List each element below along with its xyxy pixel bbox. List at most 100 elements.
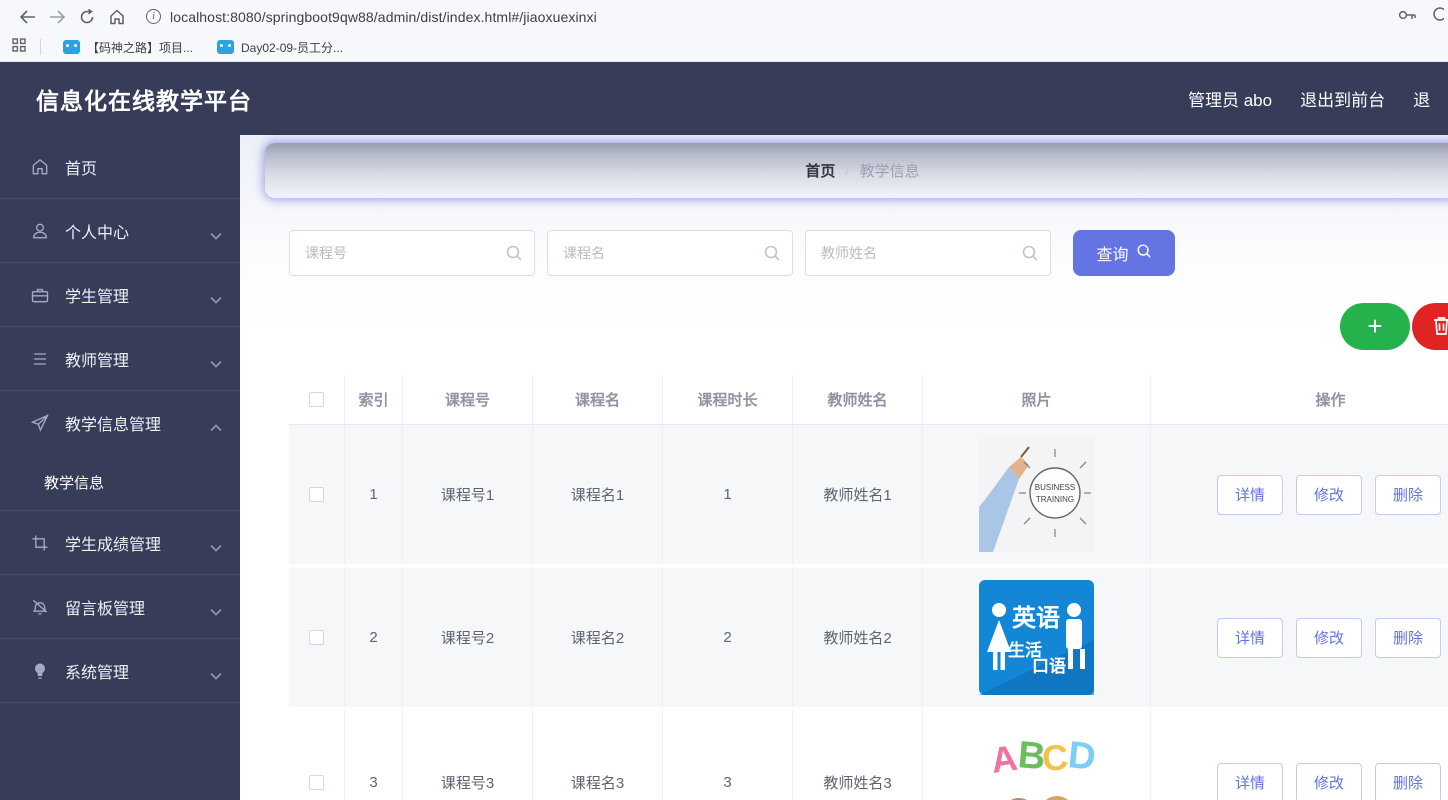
admin-user-label[interactable]: 管理员 abo [1188, 86, 1272, 111]
sidebar-item-student-score-management[interactable]: 学生成绩管理 [0, 511, 240, 575]
svg-text:D: D [1066, 734, 1094, 779]
bookmark-item[interactable]: 【码神之路】项目... [55, 37, 201, 58]
bell-off-icon [30, 597, 50, 617]
chevron-down-icon [210, 227, 222, 235]
cell-photo: BUSINESS TRAINING [923, 425, 1151, 564]
detail-button[interactable]: 详情 [1217, 763, 1283, 800]
profile-icon[interactable] [1430, 7, 1444, 26]
sidebar-subitem-teaching-info[interactable]: 教学信息 [0, 455, 240, 511]
column-header-duration: 课程时长 [663, 375, 793, 424]
cell-course-name: 课程名1 [533, 425, 663, 564]
password-key-icon[interactable] [1398, 8, 1418, 26]
cell-course-name: 课程名2 [533, 568, 663, 707]
course-photo-abcd-kids[interactable]: A B C D [979, 725, 1094, 800]
cell-actions: 详情 修改 删除 [1151, 568, 1448, 707]
search-field-course-name [547, 230, 793, 276]
row-checkbox[interactable] [309, 630, 324, 645]
cell-photo: A B C D [923, 711, 1151, 800]
bookmarks-bar: 【码神之路】项目... Day02-09-员工分... [0, 33, 1448, 61]
column-header-actions: 操作 [1151, 375, 1448, 424]
cell-actions: 详情 修改 删除 [1151, 425, 1448, 564]
add-button[interactable]: + [1340, 303, 1410, 350]
sidebar-subitem-label: 教学信息 [44, 472, 104, 493]
select-all-checkbox[interactable] [309, 392, 324, 407]
chrome-right-icons [1398, 7, 1444, 26]
cell-index: 1 [345, 425, 403, 564]
home-icon [30, 157, 50, 177]
detail-button[interactable]: 详情 [1217, 618, 1283, 658]
delete-button[interactable]: 删除 [1375, 618, 1441, 658]
delete-button[interactable]: 删除 [1375, 763, 1441, 800]
cell-index: 2 [345, 568, 403, 707]
bookmark-label: Day02-09-员工分... [241, 39, 343, 56]
course-photo-business-training[interactable]: BUSINESS TRAINING [979, 437, 1094, 552]
cell-actions: 详情 修改 删除 [1151, 711, 1448, 800]
course-name-input[interactable] [547, 230, 793, 276]
detail-button[interactable]: 详情 [1217, 475, 1283, 515]
sidebar-item-label: 学生成绩管理 [65, 531, 161, 555]
sidebar-item-teacher-management[interactable]: 教师管理 [0, 327, 240, 391]
cell-index: 3 [345, 711, 403, 800]
table-row: 3 课程号3 课程名3 3 教师姓名3 A B C D [289, 711, 1448, 800]
paper-plane-icon [30, 413, 50, 433]
breadcrumb-home-link[interactable]: 首页 [805, 160, 835, 181]
teaching-info-table: 索引 课程号 课程名 课程时长 教师姓名 照片 操作 1 课程号1 课程名1 1… [289, 375, 1448, 800]
sidebar-item-message-board-management[interactable]: 留言板管理 [0, 575, 240, 639]
address-bar[interactable]: i localhost:8080/springboot9qw88/admin/d… [146, 9, 1398, 25]
cell-course-name: 课程名3 [533, 711, 663, 800]
search-field-course-no [289, 230, 535, 276]
row-checkbox[interactable] [309, 487, 324, 502]
delete-button[interactable]: 删除 [1375, 475, 1441, 515]
apps-grid-icon[interactable] [12, 38, 26, 57]
browser-chrome: i localhost:8080/springboot9qw88/admin/d… [0, 0, 1448, 62]
sidebar-item-label: 教师管理 [65, 347, 129, 371]
sidebar-item-student-management[interactable]: 学生管理 [0, 263, 240, 327]
breadcrumb: 首页 / 教学信息 [265, 143, 1448, 198]
sidebar-item-personal-center[interactable]: 个人中心 [0, 199, 240, 263]
refresh-icon[interactable] [72, 5, 102, 29]
chevron-down-icon [210, 603, 222, 611]
chevron-down-icon [210, 355, 222, 363]
logout-link[interactable]: 退 [1413, 86, 1430, 111]
exit-to-front-link[interactable]: 退出到前台 [1300, 86, 1385, 111]
bilibili-icon [63, 40, 80, 54]
edit-button[interactable]: 修改 [1296, 763, 1362, 800]
crop-icon [30, 533, 50, 553]
row-checkbox[interactable] [309, 775, 324, 790]
url-text[interactable]: localhost:8080/springboot9qw88/admin/dis… [170, 9, 597, 25]
forward-icon[interactable] [42, 5, 72, 29]
search-icon [763, 244, 781, 262]
home-icon[interactable] [102, 5, 132, 29]
cell-photo: 英语 生活 口语 [923, 568, 1151, 707]
edit-button[interactable]: 修改 [1296, 618, 1362, 658]
teacher-name-input[interactable] [805, 230, 1051, 276]
cell-duration: 3 [663, 711, 793, 800]
sidebar-item-label: 留言板管理 [65, 595, 145, 619]
bookmark-item[interactable]: Day02-09-员工分... [209, 37, 351, 58]
list-icon [30, 349, 50, 369]
bookmark-separator [40, 39, 41, 55]
cell-teacher: 教师姓名2 [793, 568, 923, 707]
svg-text:英语: 英语 [1012, 604, 1060, 632]
sidebar-item-label: 学生管理 [65, 283, 129, 307]
edit-button[interactable]: 修改 [1296, 475, 1362, 515]
back-icon[interactable] [12, 5, 42, 29]
cell-course-no: 课程号3 [403, 711, 533, 800]
bookmark-label: 【码神之路】项目... [87, 39, 193, 56]
svg-text:BUSINESS: BUSINESS [1035, 483, 1075, 492]
sidebar-item-label: 系统管理 [65, 659, 129, 683]
sidebar-item-system-management[interactable]: 系统管理 [0, 639, 240, 703]
svg-text:TRAINING: TRAINING [1036, 495, 1074, 504]
table-row: 1 课程号1 课程名1 1 教师姓名1 BUSINESS TRAINING [289, 425, 1448, 568]
sidebar-item-teaching-info-management[interactable]: 教学信息管理 [0, 391, 240, 455]
sidebar-item-home[interactable]: 首页 [0, 135, 240, 199]
batch-delete-button[interactable] [1412, 303, 1448, 350]
site-info-icon[interactable]: i [146, 9, 161, 24]
query-button[interactable]: 查询 [1073, 230, 1175, 276]
course-photo-english-speaking[interactable]: 英语 生活 口语 [979, 580, 1094, 695]
column-header-course-name: 课程名 [533, 375, 663, 424]
course-no-input[interactable] [289, 230, 535, 276]
query-button-label: 查询 [1096, 241, 1128, 265]
chevron-down-icon [210, 667, 222, 675]
table-header-row: 索引 课程号 课程名 课程时长 教师姓名 照片 操作 [289, 375, 1448, 425]
